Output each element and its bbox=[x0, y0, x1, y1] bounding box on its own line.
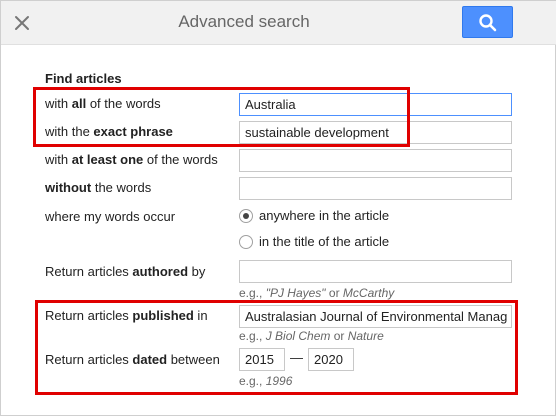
dated-hint: e.g., 1996 bbox=[239, 374, 293, 388]
dated-label: Return articles dated between bbox=[45, 352, 220, 367]
date-to-input[interactable]: 2020 bbox=[308, 348, 354, 371]
radio-title[interactable]: in the title of the article bbox=[239, 234, 389, 249]
search-icon bbox=[479, 14, 497, 32]
where-occur-label: where my words occur bbox=[45, 209, 176, 224]
date-separator: — bbox=[290, 350, 303, 365]
dialog-header: Advanced search bbox=[1, 1, 556, 45]
authored-input[interactable] bbox=[239, 260, 512, 283]
date-from-input[interactable]: 2015 bbox=[239, 348, 285, 371]
authored-label: Return articles authored by bbox=[45, 264, 206, 279]
at-least-one-input[interactable] bbox=[239, 149, 512, 172]
radio-anywhere-label: anywhere in the article bbox=[259, 208, 390, 223]
dialog-title: Advanced search bbox=[178, 12, 310, 31]
section-title: Find articles bbox=[45, 71, 122, 86]
exact-phrase-input[interactable]: sustainable development bbox=[239, 121, 512, 144]
all-words-label: with all of the words bbox=[45, 96, 161, 111]
published-input[interactable]: Australasian Journal of Environmental Ma… bbox=[239, 305, 512, 328]
search-button[interactable] bbox=[462, 6, 513, 38]
at-least-one-label: with at least one of the words bbox=[45, 152, 218, 167]
radio-unchecked-icon bbox=[239, 234, 253, 249]
without-label: without the words bbox=[45, 180, 152, 195]
all-words-input[interactable]: Australia bbox=[239, 93, 512, 116]
published-hint: e.g., J Biol Chem or Nature bbox=[239, 329, 384, 343]
without-input[interactable] bbox=[239, 177, 512, 200]
radio-checked-icon bbox=[239, 208, 253, 223]
radio-anywhere[interactable]: anywhere in the article bbox=[239, 208, 389, 223]
exact-phrase-label: with the exact phrase bbox=[45, 124, 173, 139]
radio-title-label: in the title of the article bbox=[259, 234, 390, 249]
published-label: Return articles published in bbox=[45, 308, 208, 323]
authored-hint: e.g., "PJ Hayes" or McCarthy bbox=[239, 286, 395, 300]
advanced-search-dialog: Advanced search Find articles with all o… bbox=[0, 0, 556, 416]
